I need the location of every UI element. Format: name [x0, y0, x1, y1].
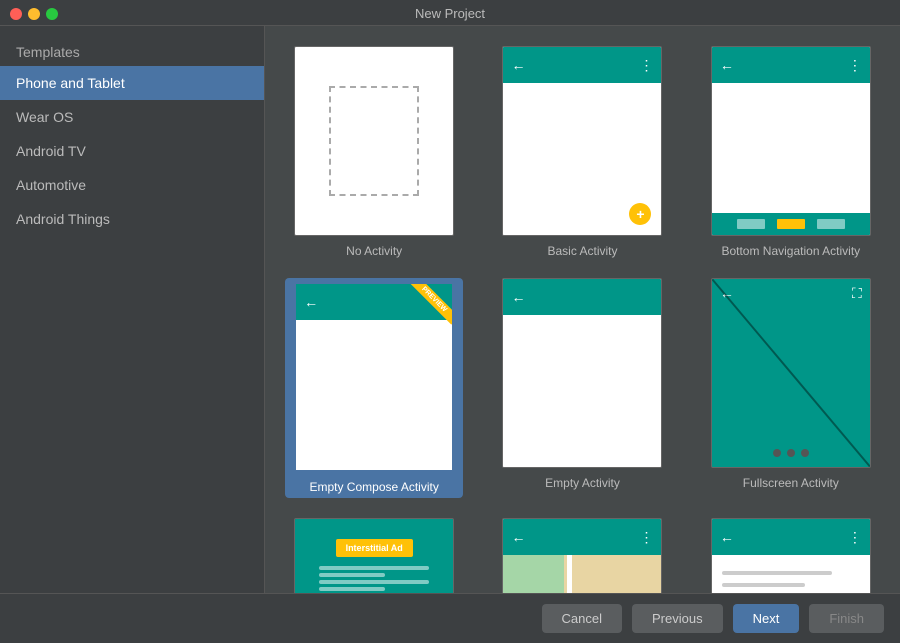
- template-preview-empty-compose: ← PREVIEW: [294, 282, 454, 472]
- main-content: Templates Phone and Tablet Wear OS Andro…: [0, 26, 900, 593]
- template-preview-scrolling: ← ⋮: [711, 518, 871, 593]
- template-label-basic-activity: Basic Activity: [547, 244, 617, 258]
- cancel-button[interactable]: Cancel: [542, 604, 622, 633]
- scroll-line-2: [722, 583, 805, 587]
- map-content: ← ⋮ 📍: [503, 519, 661, 593]
- ad-banner: Interstitial Ad: [336, 539, 413, 557]
- maximize-button[interactable]: [46, 8, 58, 20]
- template-preview-google-maps: ← ⋮ 📍: [502, 518, 662, 593]
- template-label-no-activity: No Activity: [346, 244, 402, 258]
- dashed-rect: [329, 86, 419, 196]
- titlebar: New Project: [0, 0, 900, 26]
- ad-line-3: [319, 580, 429, 584]
- template-basic-activity[interactable]: ← ⋮ + Basic Activity: [493, 46, 671, 258]
- templates-area: No Activity ← ⋮ + Basic Activity: [265, 26, 900, 593]
- phone-header-bn: ← ⋮: [712, 47, 870, 83]
- map-back-icon: ←: [511, 529, 525, 545]
- map-green-1: [503, 555, 563, 593]
- road-v1: [567, 555, 572, 593]
- dot1: [773, 449, 781, 457]
- sidebar-item-android-things[interactable]: Android Things: [0, 202, 264, 236]
- back-icon-ea: ←: [511, 289, 525, 305]
- interstitial-content: Interstitial Ad: [295, 519, 453, 593]
- scrolling-body: [712, 555, 870, 593]
- template-preview-empty-activity: ←: [502, 278, 662, 468]
- template-label-empty-activity: Empty Activity: [545, 476, 620, 490]
- compose-body: [296, 320, 452, 470]
- ad-line-1: [319, 566, 429, 570]
- template-label-empty-compose: Empty Compose Activity: [309, 480, 438, 494]
- nav-dot-2: [777, 219, 805, 229]
- sidebar: Templates Phone and Tablet Wear OS Andro…: [0, 26, 265, 593]
- template-preview-no-activity: [294, 46, 454, 236]
- phone-body-ea: [503, 315, 661, 467]
- phone-header: ← ⋮: [503, 47, 661, 83]
- previous-button[interactable]: Previous: [632, 604, 723, 633]
- dot2: [787, 449, 795, 457]
- map-more-icon: ⋮: [639, 529, 653, 546]
- back-icon: ←: [511, 57, 525, 73]
- template-bottom-nav[interactable]: ← ⋮ Bottom Navigation Activity: [702, 46, 880, 258]
- more-icon: ⋮: [639, 57, 653, 74]
- fullscreen-dots: [712, 449, 870, 457]
- dot3: [801, 449, 809, 457]
- scrolling-more-icon: ⋮: [848, 529, 862, 546]
- template-preview-basic-activity: ← ⋮ +: [502, 46, 662, 236]
- ad-line-4: [319, 587, 385, 591]
- nav-dot-1: [737, 219, 765, 229]
- nav-dot-3: [817, 219, 845, 229]
- template-preview-fullscreen: ← ⛶: [711, 278, 871, 468]
- finish-button[interactable]: Finish: [809, 604, 884, 633]
- next-button[interactable]: Next: [733, 604, 800, 633]
- fab-icon: +: [629, 203, 651, 225]
- map-header: ← ⋮: [503, 519, 661, 555]
- map-body: 📍: [503, 555, 661, 593]
- scrolling-content: ← ⋮: [712, 519, 870, 593]
- scroll-line-1: [722, 571, 832, 575]
- template-google-maps[interactable]: ← ⋮ 📍 Google Maps Activity: [493, 518, 671, 593]
- fullscreen-diagonal-svg: [712, 279, 870, 467]
- template-label-fullscreen: Fullscreen Activity: [743, 476, 839, 490]
- sidebar-item-automotive[interactable]: Automotive: [0, 168, 264, 202]
- scrolling-header: ← ⋮: [712, 519, 870, 555]
- traffic-lights: [10, 8, 58, 20]
- template-label-bottom-nav: Bottom Navigation Activity: [721, 244, 860, 258]
- template-preview-bottom-nav: ← ⋮: [711, 46, 871, 236]
- phone-body: +: [503, 83, 661, 235]
- scrolling-back-icon: ←: [720, 529, 734, 545]
- template-preview-interstitial-ad: Interstitial Ad: [294, 518, 454, 593]
- templates-grid: No Activity ← ⋮ + Basic Activity: [285, 46, 880, 593]
- template-no-activity[interactable]: No Activity: [285, 46, 463, 258]
- sidebar-item-android-tv[interactable]: Android TV: [0, 134, 264, 168]
- phone-header-ea: ←: [503, 279, 661, 315]
- template-fullscreen[interactable]: ← ⛶ Fullscreen Activity: [702, 278, 880, 498]
- ad-lines: [319, 563, 429, 593]
- sidebar-section-title: Templates: [0, 34, 264, 66]
- template-empty-compose[interactable]: ← PREVIEW Empty Compose Activity: [285, 278, 463, 498]
- bottom-bar: Cancel Previous Next Finish: [0, 593, 900, 643]
- compose-back-icon: ←: [304, 294, 318, 310]
- back-icon-bn: ←: [720, 57, 734, 73]
- phone-body-bn: [712, 83, 870, 213]
- sidebar-item-wear-os[interactable]: Wear OS: [0, 100, 264, 134]
- window-title: New Project: [415, 6, 485, 21]
- template-interstitial-ad[interactable]: Interstitial Ad Interstitial Ad: [285, 518, 463, 593]
- sidebar-item-phone-tablet[interactable]: Phone and Tablet: [0, 66, 264, 100]
- more-icon-bn: ⋮: [848, 57, 862, 74]
- ad-line-2: [319, 573, 385, 577]
- close-button[interactable]: [10, 8, 22, 20]
- phone-footer-bn: [712, 213, 870, 235]
- template-empty-activity[interactable]: ← Empty Activity: [493, 278, 671, 498]
- minimize-button[interactable]: [28, 8, 40, 20]
- template-scrolling-activity[interactable]: ← ⋮: [702, 518, 880, 593]
